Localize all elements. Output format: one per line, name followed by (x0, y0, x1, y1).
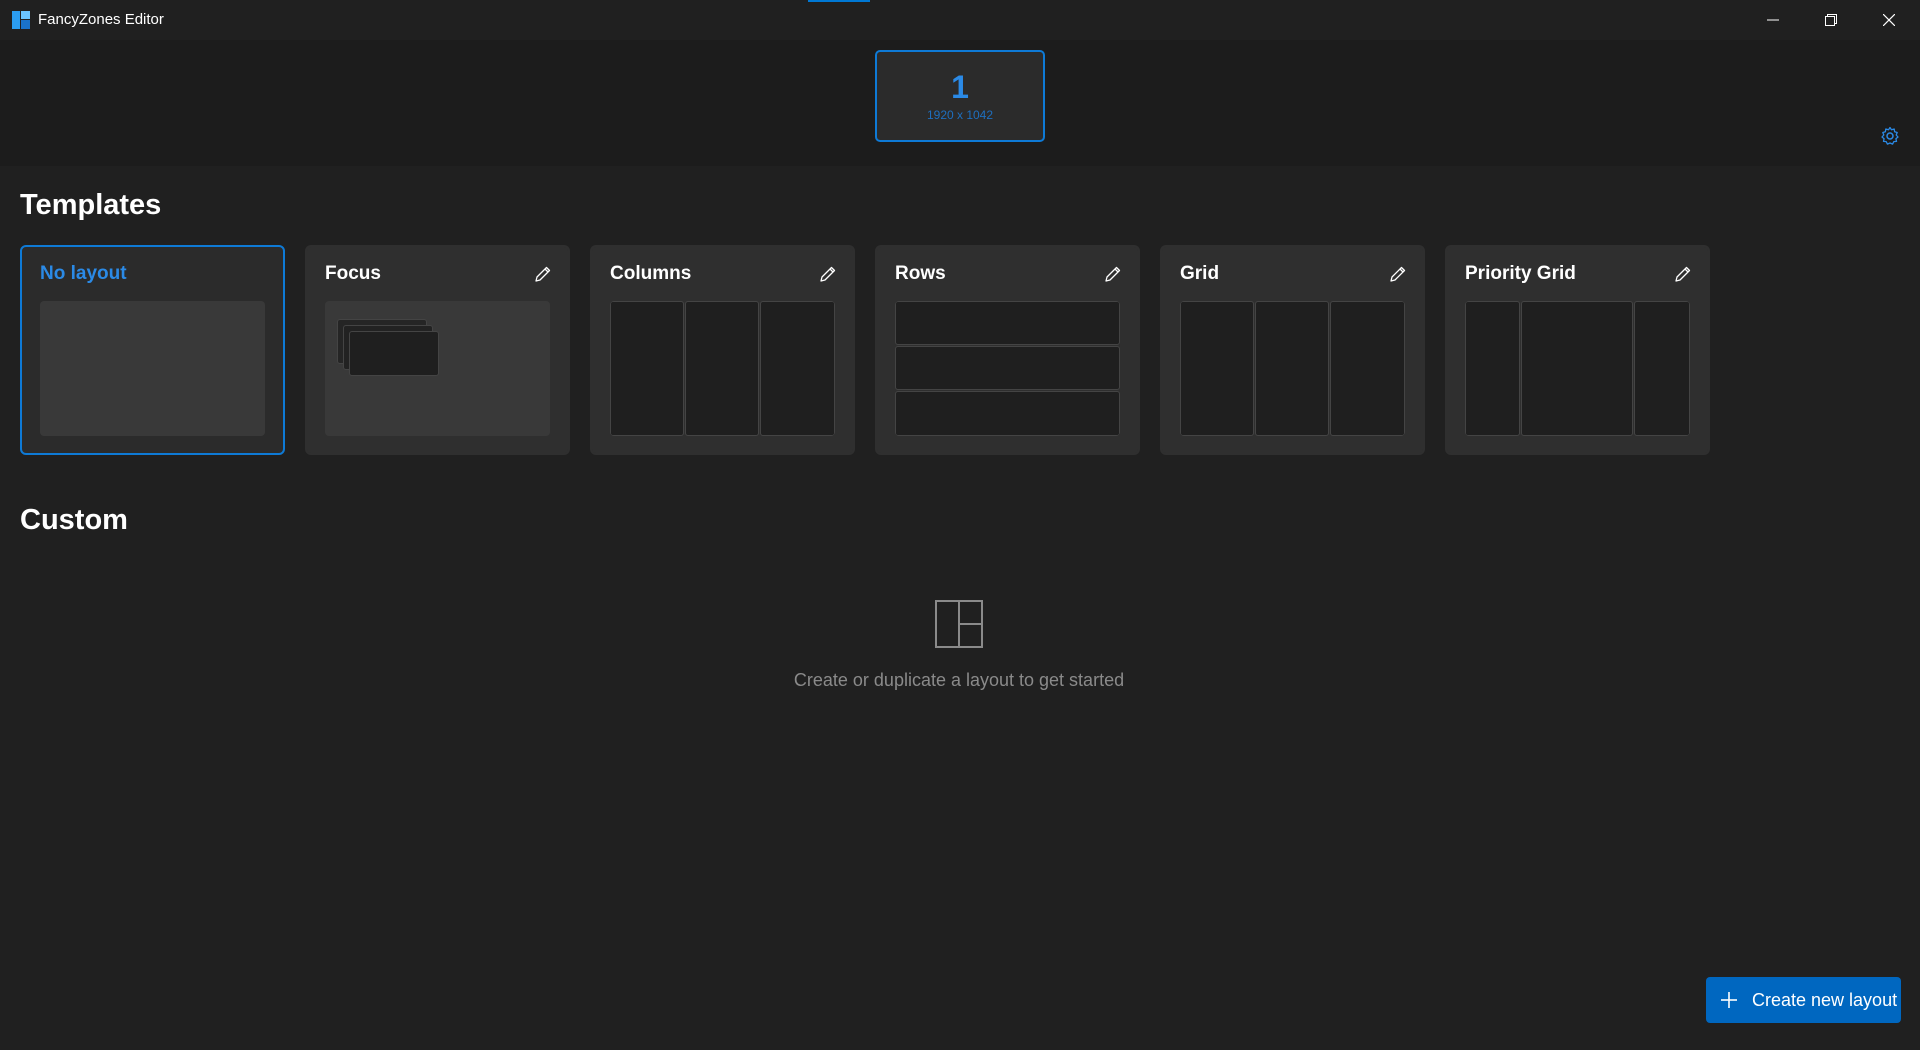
edit-button[interactable] (532, 263, 554, 285)
restore-icon (1825, 14, 1837, 26)
pencil-icon (1675, 266, 1691, 282)
zone (760, 301, 835, 436)
layout-preview (1180, 301, 1405, 436)
layout-preview (610, 301, 835, 436)
template-card-priority-grid[interactable]: Priority Grid (1445, 245, 1710, 455)
monitor-resolution: 1920 x 1042 (926, 108, 994, 122)
zone (685, 301, 759, 436)
pencil-icon (1390, 266, 1406, 282)
monitor-number: 1 (951, 69, 969, 105)
template-card-no-layout[interactable]: No layout (20, 245, 285, 455)
zone (1465, 301, 1520, 436)
template-card-columns[interactable]: Columns (590, 245, 855, 455)
zone (1330, 301, 1405, 436)
app-title: FancyZones Editor (38, 11, 164, 28)
zone (895, 301, 1120, 345)
template-name: Grid (1180, 263, 1220, 284)
layout-preview (325, 301, 550, 436)
create-button-label: Create new layout (1752, 989, 1898, 1010)
edit-button[interactable] (1102, 263, 1124, 285)
edit-button[interactable] (817, 263, 839, 285)
template-card-grid[interactable]: Grid (1160, 245, 1425, 455)
restore-button[interactable] (1802, 0, 1860, 40)
settings-button[interactable] (1878, 124, 1902, 148)
template-name: Priority Grid (1465, 263, 1576, 284)
fancyzones-icon (12, 11, 30, 29)
monitor-area: 1 1920 x 1042 (0, 40, 1920, 166)
zone (610, 301, 684, 436)
monitor-card[interactable]: 1 1920 x 1042 (875, 50, 1045, 142)
zone (1255, 301, 1329, 436)
empty-state-message: Create or duplicate a layout to get star… (793, 670, 1125, 690)
zone (1634, 301, 1690, 436)
layout-preview (895, 301, 1120, 436)
minimize-button[interactable] (1744, 0, 1802, 40)
template-card-rows[interactable]: Rows (875, 245, 1140, 455)
layout-icon (935, 600, 983, 648)
accent-strip (808, 0, 870, 2)
edit-button[interactable] (1387, 263, 1409, 285)
edit-button[interactable] (1672, 263, 1694, 285)
zone (895, 346, 1120, 390)
template-name: Focus (325, 263, 381, 284)
layout-preview (1465, 301, 1690, 436)
template-card-focus[interactable]: Focus (305, 245, 570, 455)
layout-preview (40, 301, 265, 436)
minimize-icon (1767, 19, 1779, 21)
plus-icon (1720, 991, 1738, 1009)
custom-title: Custom (20, 504, 128, 536)
title-bar: FancyZones Editor (0, 0, 1920, 40)
templates-title: Templates (20, 189, 162, 221)
zone (1180, 301, 1254, 436)
create-new-layout-button[interactable]: Create new layout (1706, 977, 1901, 1023)
pencil-icon (1105, 266, 1121, 282)
close-button[interactable] (1860, 0, 1918, 40)
zone (1521, 301, 1633, 436)
zone (349, 331, 439, 376)
template-name: No layout (40, 263, 127, 284)
close-icon (1883, 14, 1895, 26)
pencil-icon (535, 266, 551, 282)
gear-icon (1881, 126, 1899, 145)
template-name: Columns (610, 263, 692, 284)
zone (895, 391, 1120, 436)
pencil-icon (820, 266, 836, 282)
template-name: Rows (895, 263, 946, 284)
